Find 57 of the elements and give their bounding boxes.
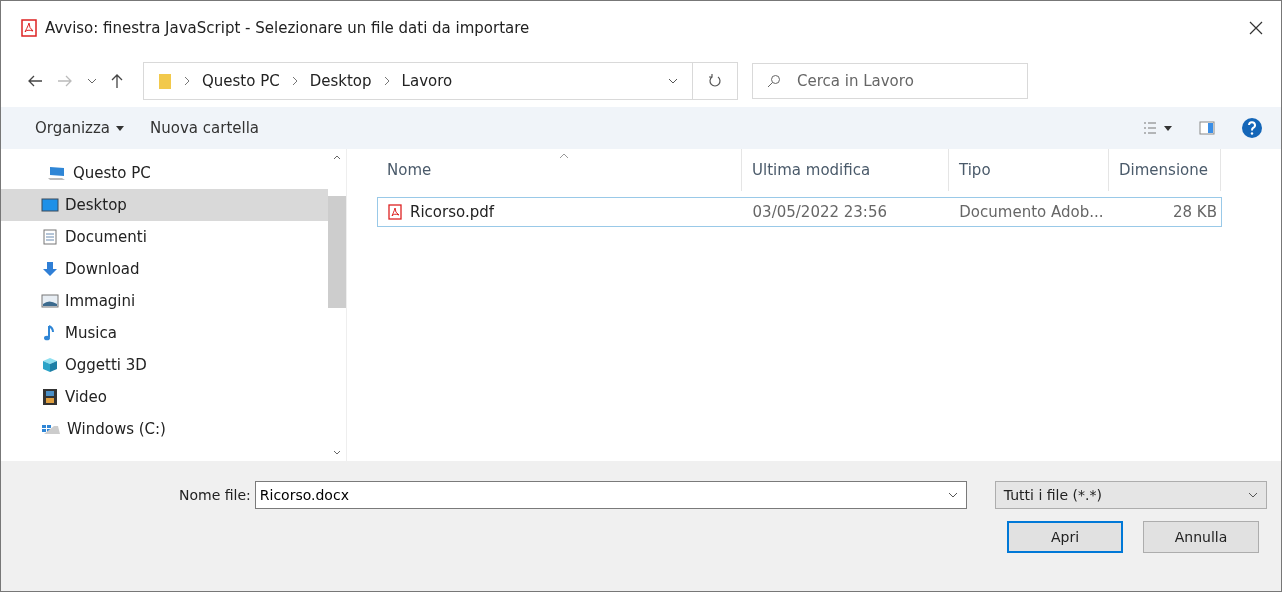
open-button[interactable]: Apri xyxy=(1007,521,1123,553)
file-name-label: Nome file: xyxy=(179,487,251,503)
file-type-dropdown[interactable]: Tutti i file (*.*) xyxy=(994,481,1267,509)
folder-icon xyxy=(158,72,172,90)
document-icon xyxy=(41,229,59,245)
table-cell-text: Documento Adob... xyxy=(958,203,1105,221)
cube-icon xyxy=(41,357,59,373)
file-name-field[interactable]: Ricorso.docx xyxy=(254,481,967,509)
back-arrow-icon[interactable] xyxy=(27,75,43,87)
search-icon xyxy=(767,74,781,88)
view-options-icon[interactable] xyxy=(1143,121,1173,135)
sidebar-item[interactable]: Documenti xyxy=(1,221,328,253)
sidebar-item[interactable]: Oggetti 3D xyxy=(1,349,328,381)
caret-icon[interactable] xyxy=(116,125,125,131)
sidebar-item[interactable]: Questo PC xyxy=(1,157,328,189)
pdf-file-icon xyxy=(388,204,402,220)
file-name: Ricorso.pdf xyxy=(410,203,494,221)
chevron-down-icon[interactable] xyxy=(668,78,678,84)
organize-menu-button[interactable]: Organizza xyxy=(35,119,125,137)
table-cell-text: 03/05/2022 23:56 xyxy=(751,203,888,221)
file-row[interactable]: Ricorso.pdf 03/05/2022 23:56 Documento Adob... 28 KB xyxy=(377,197,1222,227)
column-header[interactable]: Dimensione xyxy=(1109,149,1221,191)
sidebar-item[interactable]: Windows (C:) xyxy=(1,413,328,445)
address-bar[interactable]: Questo PC Desktop Lavoro xyxy=(143,62,693,100)
scroll-down-icon[interactable] xyxy=(333,450,341,455)
cancel-button[interactable]: Annulla xyxy=(1143,521,1259,553)
down-arrow-icon xyxy=(41,261,59,277)
breadcrumb-item[interactable]: Lavoro xyxy=(401,72,453,90)
picture-icon xyxy=(41,293,59,309)
refresh-icon[interactable] xyxy=(708,74,722,88)
preview-pane-icon[interactable] xyxy=(1199,121,1215,135)
table-cell-text: 28 KB xyxy=(1172,203,1218,221)
new-folder-button[interactable]: Nuova cartella xyxy=(150,119,260,137)
pdf-icon xyxy=(21,19,37,37)
computer-icon xyxy=(47,165,67,181)
file-name-input[interactable]: Ricorso.docx xyxy=(255,486,948,504)
sidebar-item[interactable]: Video xyxy=(1,381,328,413)
chevron-down-icon[interactable] xyxy=(1247,492,1258,498)
up-arrow-icon[interactable] xyxy=(111,73,123,89)
scroll-up-icon[interactable] xyxy=(333,155,341,160)
column-header[interactable]: Ultima modifica xyxy=(742,149,949,191)
column-header[interactable]: Tipo xyxy=(949,149,1109,191)
sidebar-item[interactable]: Musica xyxy=(1,317,328,349)
sort-caret-icon xyxy=(559,153,569,158)
search-field[interactable]: Cerca in Lavoro xyxy=(752,63,1028,99)
sidebar-item[interactable]: Desktop xyxy=(1,189,328,221)
monitor-icon xyxy=(41,197,59,213)
film-icon xyxy=(41,389,59,405)
column-header[interactable]: Nome xyxy=(377,149,742,191)
sidebar-item[interactable]: Download xyxy=(1,253,328,285)
chevron-down-icon[interactable] xyxy=(947,492,958,498)
chevron-down-icon[interactable] xyxy=(87,78,97,84)
breadcrumb-item[interactable]: Questo PC xyxy=(202,72,280,90)
breadcrumb-item[interactable]: Desktop xyxy=(309,72,372,90)
help-icon[interactable] xyxy=(1241,117,1263,139)
window-title: Avviso: finestra JavaScript - Selezionare un file dati da importare xyxy=(45,19,530,37)
sidebar-item[interactable]: Immagini xyxy=(1,285,328,317)
